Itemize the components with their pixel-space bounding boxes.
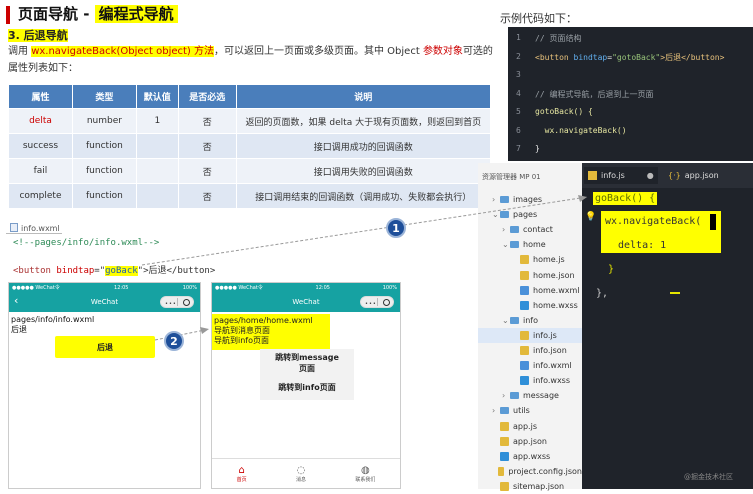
- arrow-to-code: [141, 196, 588, 266]
- arrow-head-1: [578, 195, 587, 202]
- step-badge-1: 1: [386, 218, 406, 238]
- step-badge-2: 2: [164, 331, 184, 351]
- arrow-head-2: [200, 327, 209, 334]
- watermark: @掘金技术社区: [684, 473, 733, 481]
- annotation-arrows: [141, 195, 588, 341]
